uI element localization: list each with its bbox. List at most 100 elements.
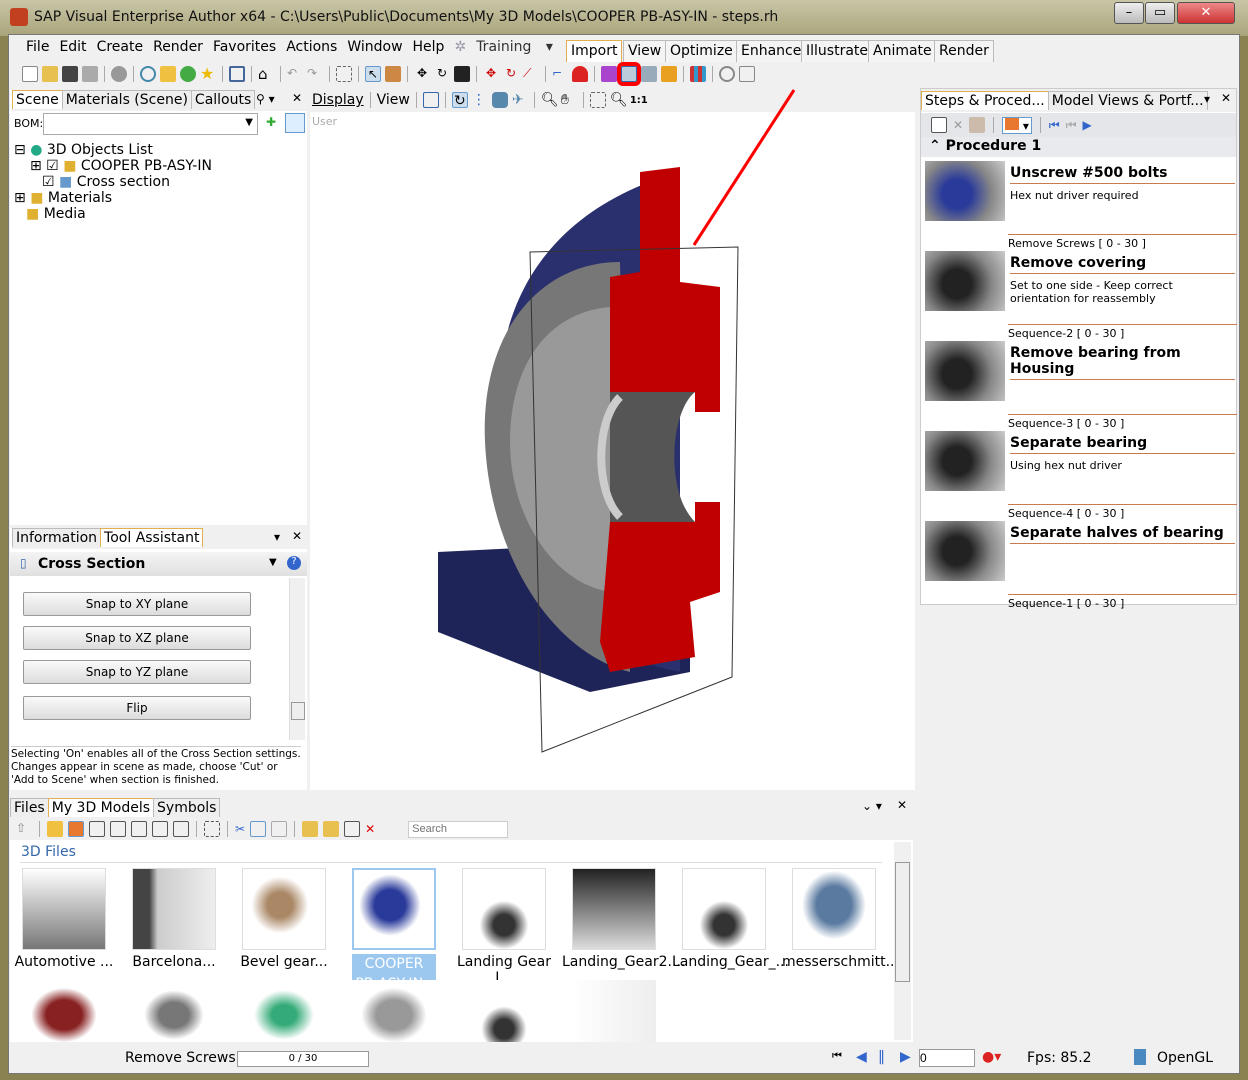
stop-icon[interactable]: [111, 66, 127, 82]
shield-icon[interactable]: [661, 66, 677, 82]
capture-icon[interactable]: [739, 66, 755, 82]
tab-scene[interactable]: Scene: [12, 90, 63, 109]
refresh-icon[interactable]: [180, 66, 196, 82]
tree-item-media[interactable]: ■ Media: [14, 206, 212, 222]
axes-icon[interactable]: ⋮: [472, 92, 488, 108]
panel-menu-icon[interactable]: ⌄ ▾: [862, 799, 882, 813]
bom-dropdown[interactable]: ▼: [43, 113, 258, 135]
snap-xz-button[interactable]: Snap to XZ plane: [23, 626, 251, 650]
save-icon[interactable]: [62, 66, 78, 82]
snap-xy-button[interactable]: Snap to XY plane: [23, 592, 251, 616]
flip-button[interactable]: Flip: [23, 696, 251, 720]
file-item[interactable]: Landing_Gear_...: [672, 868, 789, 970]
close-panel-icon[interactable]: ✕: [897, 798, 907, 812]
folder-icon[interactable]: [160, 66, 176, 82]
plane-icon[interactable]: ✈: [512, 92, 528, 108]
home-icon[interactable]: ⌂: [258, 66, 274, 82]
pin-icon[interactable]: ⚲ ▾: [256, 92, 275, 106]
file-item[interactable]: messerschmitt....: [782, 868, 903, 970]
view-menu[interactable]: View: [377, 92, 410, 108]
display-menu[interactable]: Display: [312, 92, 364, 108]
view-small-icon[interactable]: [131, 821, 147, 837]
step-item[interactable]: Remove covering Set to one side - Keep co…: [925, 251, 1237, 341]
orbit-icon[interactable]: ↻: [451, 92, 468, 109]
ribbon-tab-illustrate[interactable]: Illustrate: [801, 40, 874, 62]
bom-settings-icon[interactable]: [285, 113, 305, 133]
scale-icon[interactable]: [454, 66, 470, 82]
step-item[interactable]: Separate bearing Using hex nut driver Sequ…: [925, 431, 1237, 521]
ribbon-tab-animate[interactable]: Animate: [868, 40, 937, 62]
menu-favorites[interactable]: Favorites: [213, 39, 276, 55]
edit-step-icon[interactable]: [969, 117, 986, 133]
view-tiles-icon[interactable]: [89, 821, 105, 837]
layout-dropdown[interactable]: ▾: [1002, 116, 1032, 134]
cap-icon[interactable]: [572, 66, 588, 82]
open-icon[interactable]: [42, 66, 58, 82]
import-icon[interactable]: [302, 821, 319, 837]
step-item[interactable]: Unscrew #500 bolts Hex nut driver require…: [925, 161, 1237, 251]
tab-information[interactable]: Information: [12, 528, 102, 547]
close-panel-icon[interactable]: ✕: [292, 91, 302, 105]
new-icon[interactable]: [22, 66, 38, 82]
move-red-icon[interactable]: ✥: [483, 66, 499, 82]
paste-icon[interactable]: [271, 821, 288, 837]
copy-icon[interactable]: [250, 821, 267, 837]
undo-icon[interactable]: ↶: [287, 66, 303, 82]
close-button[interactable]: ✕: [1177, 2, 1235, 24]
ribbon-tab-render[interactable]: Render: [934, 40, 994, 62]
help-icon[interactable]: ?: [287, 556, 301, 570]
star-icon[interactable]: ★: [200, 66, 216, 82]
view-large-icon[interactable]: [68, 821, 84, 837]
file-thumbnail[interactable]: [352, 980, 436, 1042]
menu-render[interactable]: Render: [153, 39, 203, 55]
add-icon[interactable]: ✚: [266, 115, 276, 129]
up-folder-icon[interactable]: ⇧: [16, 821, 32, 837]
move-icon[interactable]: ✥: [414, 66, 430, 82]
file-thumbnail[interactable]: [22, 980, 106, 1042]
rotate-red-icon[interactable]: ↻: [503, 66, 519, 82]
step-item[interactable]: Remove bearing from Housing Sequence-3 [ …: [925, 341, 1237, 431]
grid-icon[interactable]: [690, 66, 706, 82]
next-icon[interactable]: ▶: [900, 1049, 911, 1065]
select-box-icon[interactable]: [336, 66, 352, 82]
file-item[interactable]: Bevel gear...: [232, 868, 336, 970]
tab-callouts[interactable]: Callouts: [190, 90, 256, 109]
frame-slider[interactable]: 0 / 30: [237, 1051, 369, 1067]
menu-edit[interactable]: Edit: [59, 39, 86, 55]
collapse-icon[interactable]: ▼: [269, 557, 277, 568]
play-icon[interactable]: ▶: [1083, 118, 1092, 132]
menu-file[interactable]: File: [26, 39, 49, 55]
file-thumbnail[interactable]: [242, 980, 326, 1042]
time-input[interactable]: [919, 1049, 975, 1067]
tree-item-cross-section[interactable]: ☑ ■ Cross section: [14, 174, 212, 190]
panel-menu-icon[interactable]: ▾: [274, 530, 280, 544]
window-icon[interactable]: [229, 66, 245, 82]
menu-actions[interactable]: Actions: [286, 39, 337, 55]
zoom-icon[interactable]: 🔍︎: [541, 92, 559, 108]
tab-materials-scene[interactable]: Materials (Scene): [61, 90, 192, 109]
explode-icon[interactable]: [641, 66, 657, 82]
pointer-icon[interactable]: ↖: [365, 66, 381, 82]
pause-icon[interactable]: ‖: [878, 1049, 885, 1065]
file-thumbnail[interactable]: [462, 980, 546, 1042]
minimize-button[interactable]: –: [1114, 2, 1144, 24]
file-item-selected[interactable]: COOPER PB-ASY-IN -: [342, 868, 446, 994]
file-thumbnail[interactable]: [572, 980, 656, 1042]
tree-item-materials[interactable]: ⊞ ■ Materials: [14, 190, 212, 206]
zoom-1-1-button[interactable]: 1:1: [630, 95, 648, 106]
rotate-icon[interactable]: ↻: [434, 66, 450, 82]
ribbon-tab-enhance[interactable]: Enhance: [736, 40, 807, 62]
ribbon-tab-import[interactable]: Import: [566, 40, 623, 62]
view-details-icon[interactable]: [173, 821, 189, 837]
paint-icon[interactable]: [385, 66, 401, 82]
cylinder-icon[interactable]: [491, 92, 508, 108]
files-scrollbar[interactable]: [894, 842, 911, 1040]
goto-start-icon[interactable]: ⏮: [832, 1049, 842, 1063]
first-step-icon[interactable]: ⏮: [1049, 118, 1060, 133]
3d-viewport[interactable]: [310, 112, 915, 790]
prev-icon[interactable]: ◀: [856, 1049, 867, 1065]
close-panel-icon[interactable]: ✕: [1221, 91, 1231, 105]
tab-files[interactable]: Files: [10, 798, 49, 817]
delete-icon[interactable]: ✕: [365, 822, 375, 836]
tool-scrollbar[interactable]: [289, 578, 305, 740]
